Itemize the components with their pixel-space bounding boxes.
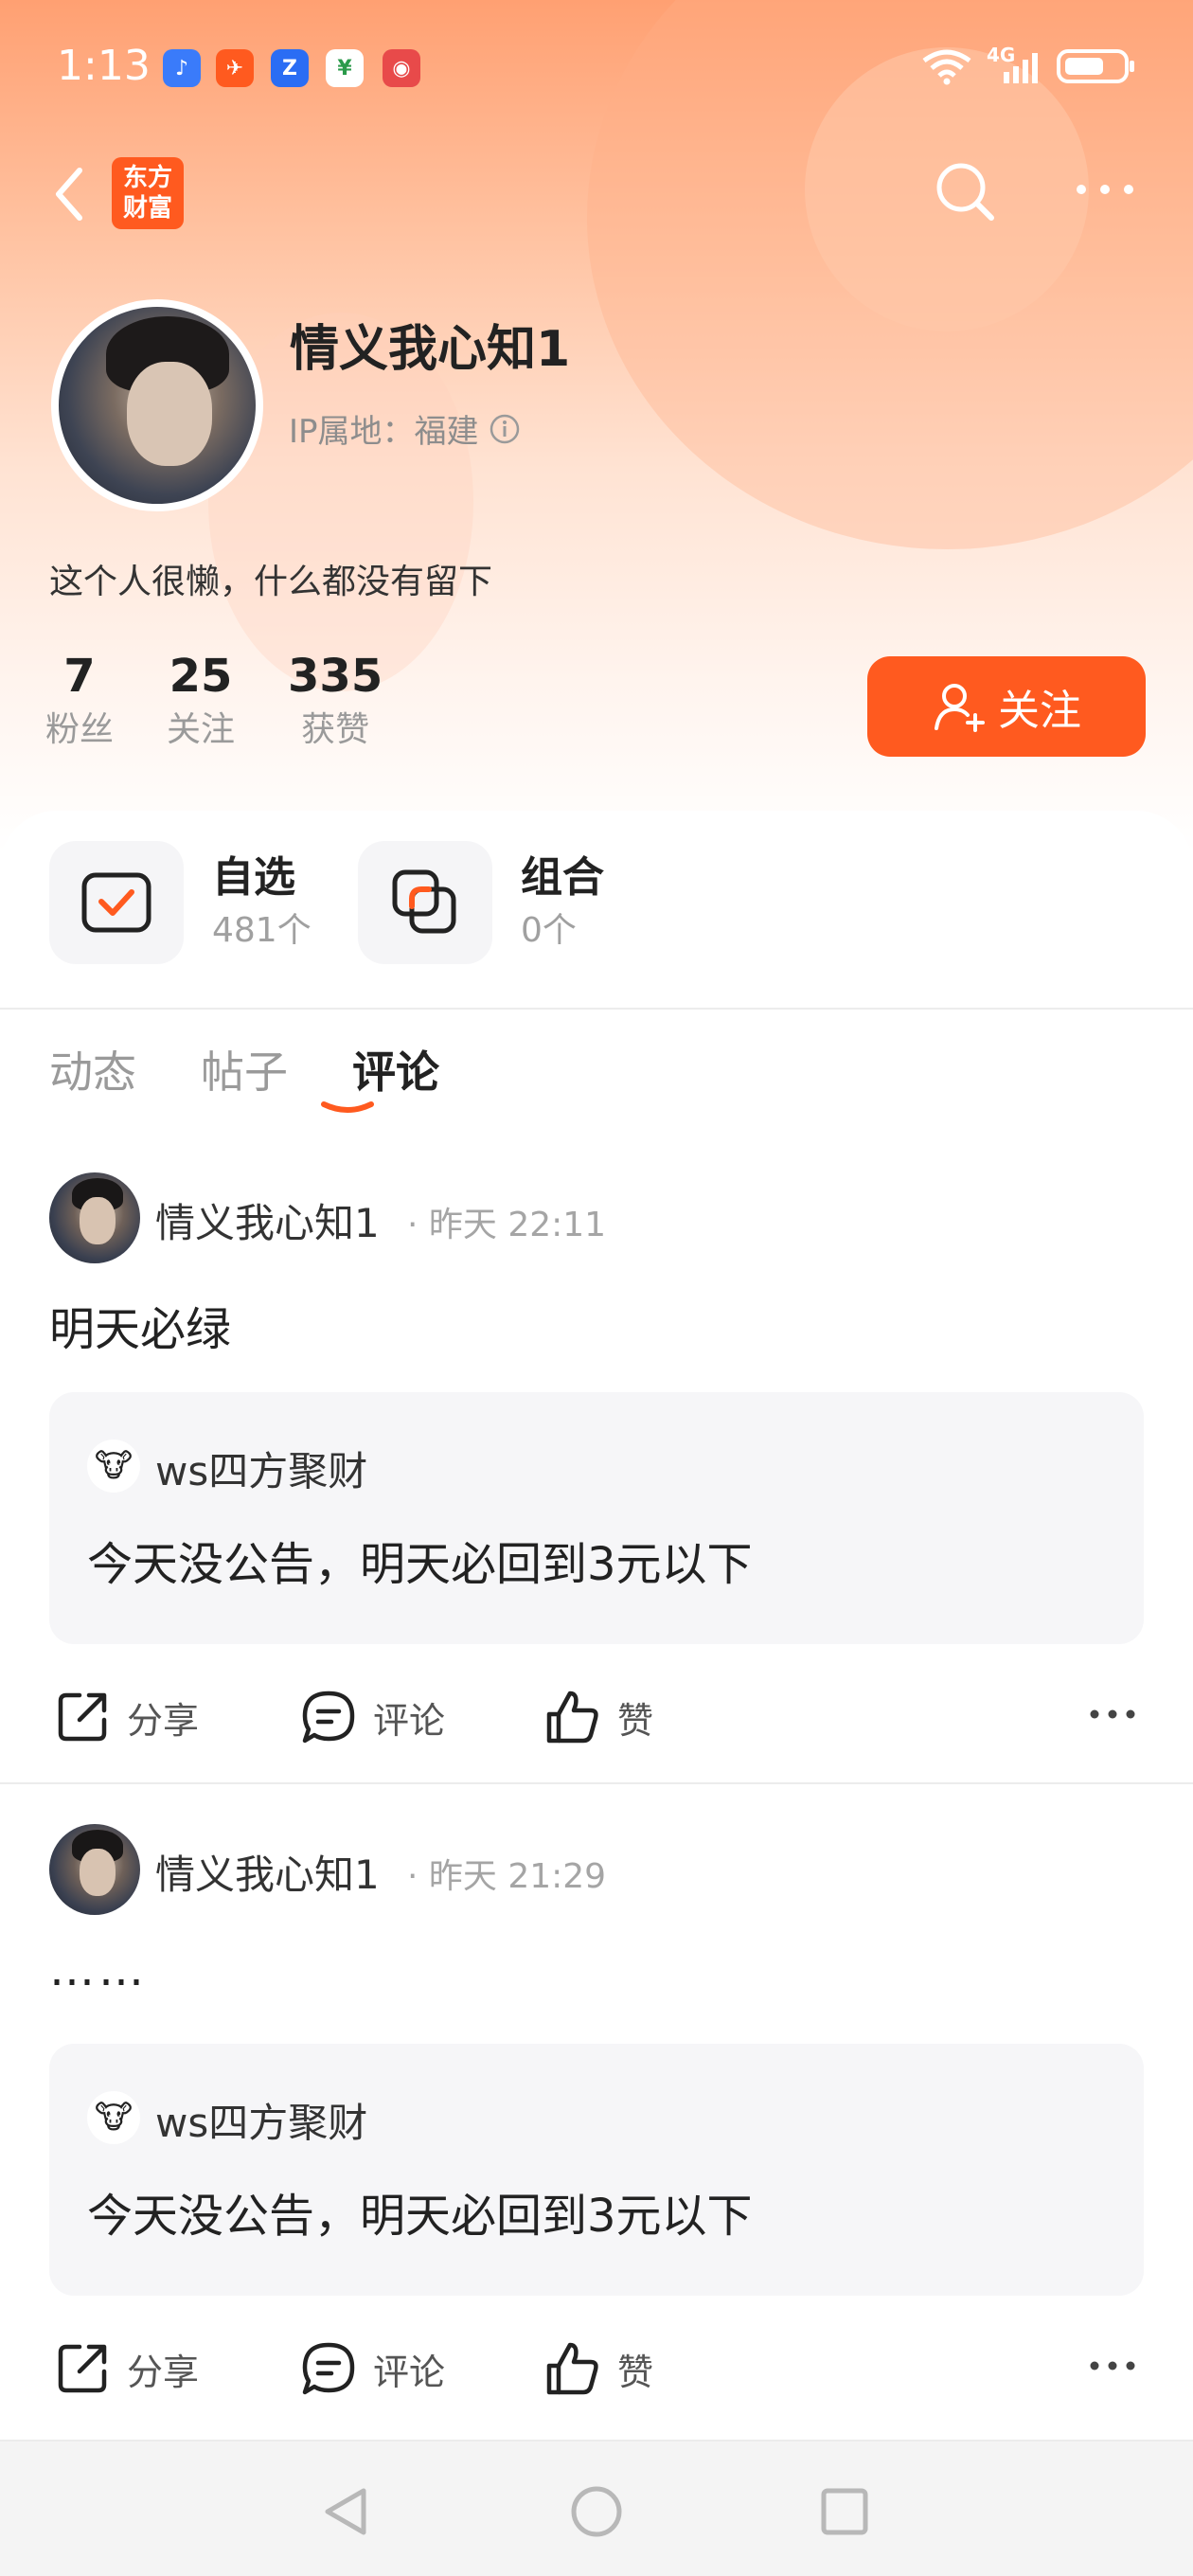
battery-icon <box>1057 49 1134 83</box>
profile-name: 情义我心知1 <box>290 321 571 378</box>
post-time: · 昨天 22:11 <box>407 1206 607 1244</box>
eastmoney-logo: 东方 财富 <box>112 157 184 229</box>
music-app-icon: ♪ <box>163 49 201 87</box>
nav-recents-icon[interactable] <box>816 2483 873 2540</box>
status-time: 1:13 <box>57 42 151 90</box>
share-button[interactable]: 分享 <box>53 1688 199 1746</box>
comment-text: …… <box>49 1943 148 1996</box>
like-button[interactable]: 赞 <box>543 1688 653 1746</box>
comment-text: 明天必绿 <box>49 1303 232 1356</box>
quote-author-name: ws四方聚财 <box>155 1448 368 1494</box>
stat-likes[interactable]: 335 获赞 <box>288 646 383 754</box>
profile-avatar[interactable] <box>51 299 263 511</box>
tab-activity[interactable]: 动态 <box>49 1038 136 1100</box>
watchlist-icon <box>81 872 151 933</box>
share-button[interactable]: 分享 <box>53 2339 199 2398</box>
author-avatar[interactable] <box>49 1824 140 1915</box>
tab-bar: 动态 帖子 评论 <box>49 1038 439 1100</box>
ip-location: IP属地：福建 <box>289 405 521 452</box>
author-name[interactable]: 情义我心知1 <box>155 1843 380 1901</box>
stat-fans[interactable]: 7 粉丝 <box>45 646 114 754</box>
more-icon[interactable] <box>1072 170 1138 208</box>
more-options-icon[interactable] <box>1089 2356 1136 2375</box>
quote-text: 今天没公告，明天必回到3元以下 <box>87 1538 753 1591</box>
comment-item[interactable]: 情义我心知1 · 昨天 22:11 明天必绿 🐮 ws四方聚财 今天没公告，明天… <box>0 1172 1193 1807</box>
quote-author-avatar: 🐮 <box>87 2091 140 2144</box>
nav-back-icon[interactable] <box>318 2483 375 2540</box>
bank-app-icon: ¥ <box>326 49 364 87</box>
divider <box>0 1008 1193 1010</box>
profile-bio: 这个人很懒，什么都没有留下 <box>49 563 493 601</box>
mail-app-icon: ✈ <box>216 49 254 87</box>
search-icon[interactable] <box>933 159 999 225</box>
quick-link-portfolio[interactable]: 组合 0个 <box>358 841 604 964</box>
quote-author-avatar: 🐮 <box>87 1440 140 1493</box>
system-navigation-bar <box>0 2440 1193 2576</box>
share-icon <box>58 2344 107 2393</box>
thumbs-up-icon <box>546 1690 598 1744</box>
quick-link-watchlist[interactable]: 自选 481个 <box>49 841 312 964</box>
quoted-post[interactable]: 🐮 ws四方聚财 今天没公告，明天必回到3元以下 <box>49 2044 1144 2296</box>
status-bar: 1:13 ♪ ✈ Z ¥ ◉ 4G <box>0 0 1193 133</box>
quote-author-name: ws四方聚财 <box>155 2100 368 2146</box>
content-card: 自选 481个 组合 0个 动态 帖子 评论 情义我心知1 · 昨天 22:11… <box>0 811 1193 2576</box>
comment-button[interactable]: 评论 <box>299 1688 445 1746</box>
tab-posts[interactable]: 帖子 <box>201 1038 288 1100</box>
divider <box>0 1782 1193 1784</box>
back-arrow-icon[interactable] <box>47 161 95 227</box>
author-avatar[interactable] <box>49 1172 140 1263</box>
share-icon <box>58 1692 107 1742</box>
author-name[interactable]: 情义我心知1 <box>155 1191 380 1249</box>
nav-home-icon[interactable] <box>568 2483 625 2540</box>
active-tab-indicator <box>321 1101 374 1113</box>
quote-text: 今天没公告，明天必回到3元以下 <box>87 2190 753 2243</box>
more-options-icon[interactable] <box>1089 1705 1136 1724</box>
network-indicator: 4G <box>987 44 1043 85</box>
portfolio-icon <box>392 869 456 934</box>
quoted-post[interactable]: 🐮 ws四方聚财 今天没公告，明天必回到3元以下 <box>49 1392 1144 1644</box>
comment-button[interactable]: 评论 <box>299 2339 445 2398</box>
game-app-icon: ◉ <box>383 49 420 87</box>
profile-stats: 7 粉丝 25 关注 335 获赞 <box>38 646 436 754</box>
comment-icon <box>302 1690 355 1744</box>
post-time: · 昨天 21:29 <box>407 1857 607 1896</box>
comment-item[interactable]: 情义我心知1 · 昨天 21:29 …… 🐮 ws四方聚财 今天没公告，明天必回… <box>0 1824 1193 2459</box>
comment-icon <box>302 2342 355 2395</box>
tab-comments[interactable]: 评论 <box>352 1038 439 1100</box>
post-actions: 分享 评论 赞 <box>0 1688 1193 1763</box>
z-app-icon: Z <box>271 49 309 87</box>
thumbs-up-icon <box>546 2342 598 2395</box>
info-icon[interactable] <box>489 413 521 445</box>
signal-icon <box>1004 53 1038 83</box>
like-button[interactable]: 赞 <box>543 2339 653 2398</box>
post-actions: 分享 评论 赞 <box>0 2339 1193 2415</box>
add-user-icon <box>935 684 985 732</box>
stat-following[interactable]: 25 关注 <box>167 646 235 754</box>
wifi-icon <box>922 49 971 85</box>
follow-button[interactable]: 关注 <box>867 656 1146 757</box>
